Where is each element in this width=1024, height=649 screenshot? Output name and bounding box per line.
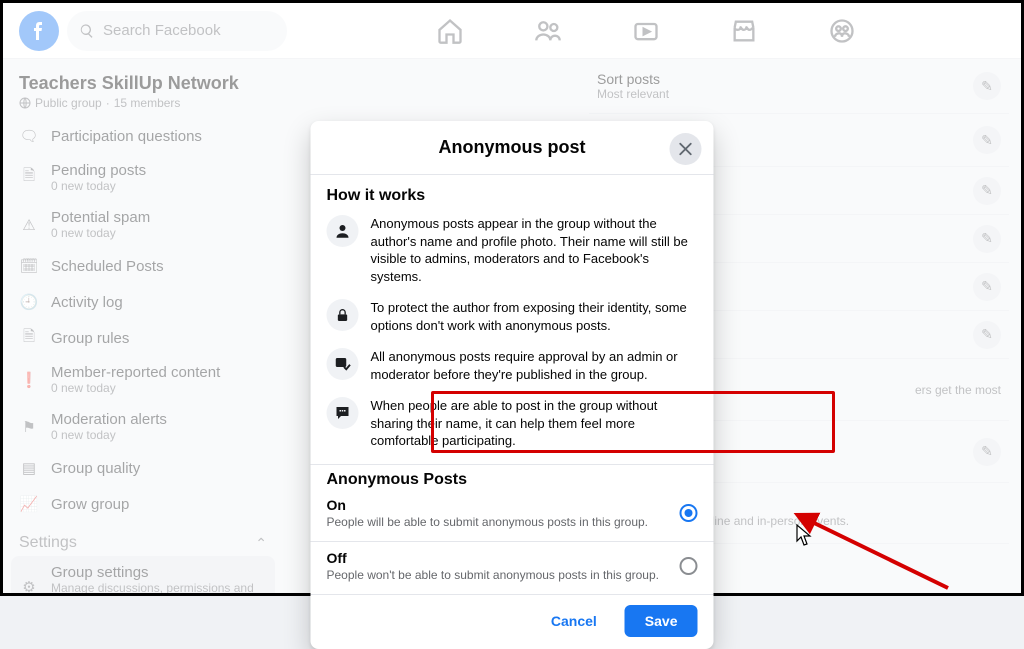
anonymous-posts-heading: Anonymous Posts (311, 464, 714, 489)
edit-icon[interactable]: ✎ (973, 126, 1001, 154)
alert-icon: ⚑ (19, 417, 39, 437)
radio-off[interactable] (680, 557, 698, 575)
close-icon (677, 140, 695, 158)
sidebar-item-group-settings[interactable]: ⚙Group settingsManage discussions, permi… (11, 556, 275, 593)
cursor-pointer-icon (795, 523, 817, 549)
lock-icon (327, 299, 359, 331)
how-it-works-heading: How it works (327, 187, 698, 205)
facebook-logo[interactable] (19, 11, 59, 51)
sidebar-item-activity[interactable]: 🕘Activity log (11, 284, 275, 320)
calendar-icon: 🗓 (19, 256, 39, 276)
sidebar-item-rules[interactable]: 🗎Group rules (11, 320, 275, 356)
annotation-arrow (793, 508, 953, 593)
gear-icon: ⚙ (19, 577, 39, 594)
left-sidebar: Teachers SkillUp Network Public group · … (3, 59, 283, 593)
close-button[interactable] (670, 133, 702, 165)
radio-on[interactable] (680, 504, 698, 522)
sidebar-item-participation[interactable]: 🗨Participation questions (11, 118, 275, 154)
modal-title: Anonymous post (327, 137, 698, 158)
setting-row[interactable]: Sort postsMost relevant✎ (589, 59, 1009, 114)
sidebar-item-pending[interactable]: 🗎Pending posts0 new today (11, 154, 275, 201)
edit-icon[interactable]: ✎ (973, 438, 1001, 466)
info-row: All anonymous posts require approval by … (327, 348, 698, 383)
search-icon (79, 23, 95, 39)
group-meta: Public group · 15 members (11, 96, 275, 118)
cancel-button[interactable]: Cancel (531, 605, 617, 637)
approval-icon (327, 348, 359, 380)
chevron-up-icon: ⌃ (255, 535, 267, 552)
info-row: When people are able to post in the grou… (327, 397, 698, 450)
home-icon[interactable] (436, 17, 464, 45)
sidebar-item-quality[interactable]: ▤Group quality (11, 450, 275, 486)
sidebar-item-reported[interactable]: ❗Member-reported content0 new today (11, 356, 275, 403)
option-off[interactable]: Off People won't be able to submit anony… (311, 542, 714, 595)
warning-icon: ⚠ (19, 215, 39, 235)
sidebar-item-spam[interactable]: ⚠Potential spam0 new today (11, 201, 275, 248)
marketplace-icon[interactable] (730, 17, 758, 45)
person-icon (327, 215, 359, 247)
sidebar-item-scheduled[interactable]: 🗓Scheduled Posts (11, 248, 275, 284)
question-icon: 🗨 (19, 126, 39, 146)
option-on[interactable]: On People will be able to submit anonymo… (311, 489, 714, 542)
group-name: Teachers SkillUp Network (11, 67, 275, 96)
rules-icon: 🗎 (19, 328, 39, 348)
info-row: Anonymous posts appear in the group with… (327, 215, 698, 285)
edit-icon[interactable]: ✎ (973, 273, 1001, 301)
quality-icon: ▤ (19, 458, 39, 478)
sidebar-item-grow[interactable]: 📈Grow group (11, 486, 275, 522)
globe-icon (19, 97, 31, 109)
info-row: To protect the author from exposing thei… (327, 299, 698, 334)
modal-header: Anonymous post (311, 121, 714, 175)
modal-footer: Cancel Save (311, 595, 714, 649)
groups-icon[interactable] (828, 17, 856, 45)
grow-icon: 📈 (19, 494, 39, 514)
clock-icon: 🕘 (19, 292, 39, 312)
sidebar-item-moderation[interactable]: ⚑Moderation alerts0 new today (11, 403, 275, 450)
anonymous-post-modal: Anonymous post How it works Anonymous po… (311, 121, 714, 649)
search-placeholder: Search Facebook (103, 22, 221, 39)
comment-icon (327, 397, 359, 429)
settings-section-header[interactable]: Settings⌃ (11, 522, 275, 556)
edit-icon[interactable]: ✎ (973, 225, 1001, 253)
edit-icon[interactable]: ✎ (973, 72, 1001, 100)
edit-icon[interactable]: ✎ (973, 321, 1001, 349)
search-input[interactable]: Search Facebook (67, 11, 287, 51)
friends-icon[interactable] (534, 17, 562, 45)
top-nav: Search Facebook (3, 3, 1021, 59)
flag-icon: ❗ (19, 370, 39, 390)
watch-icon[interactable] (632, 17, 660, 45)
pending-icon: 🗎 (19, 168, 39, 188)
edit-icon[interactable]: ✎ (973, 177, 1001, 205)
save-button[interactable]: Save (625, 605, 698, 637)
